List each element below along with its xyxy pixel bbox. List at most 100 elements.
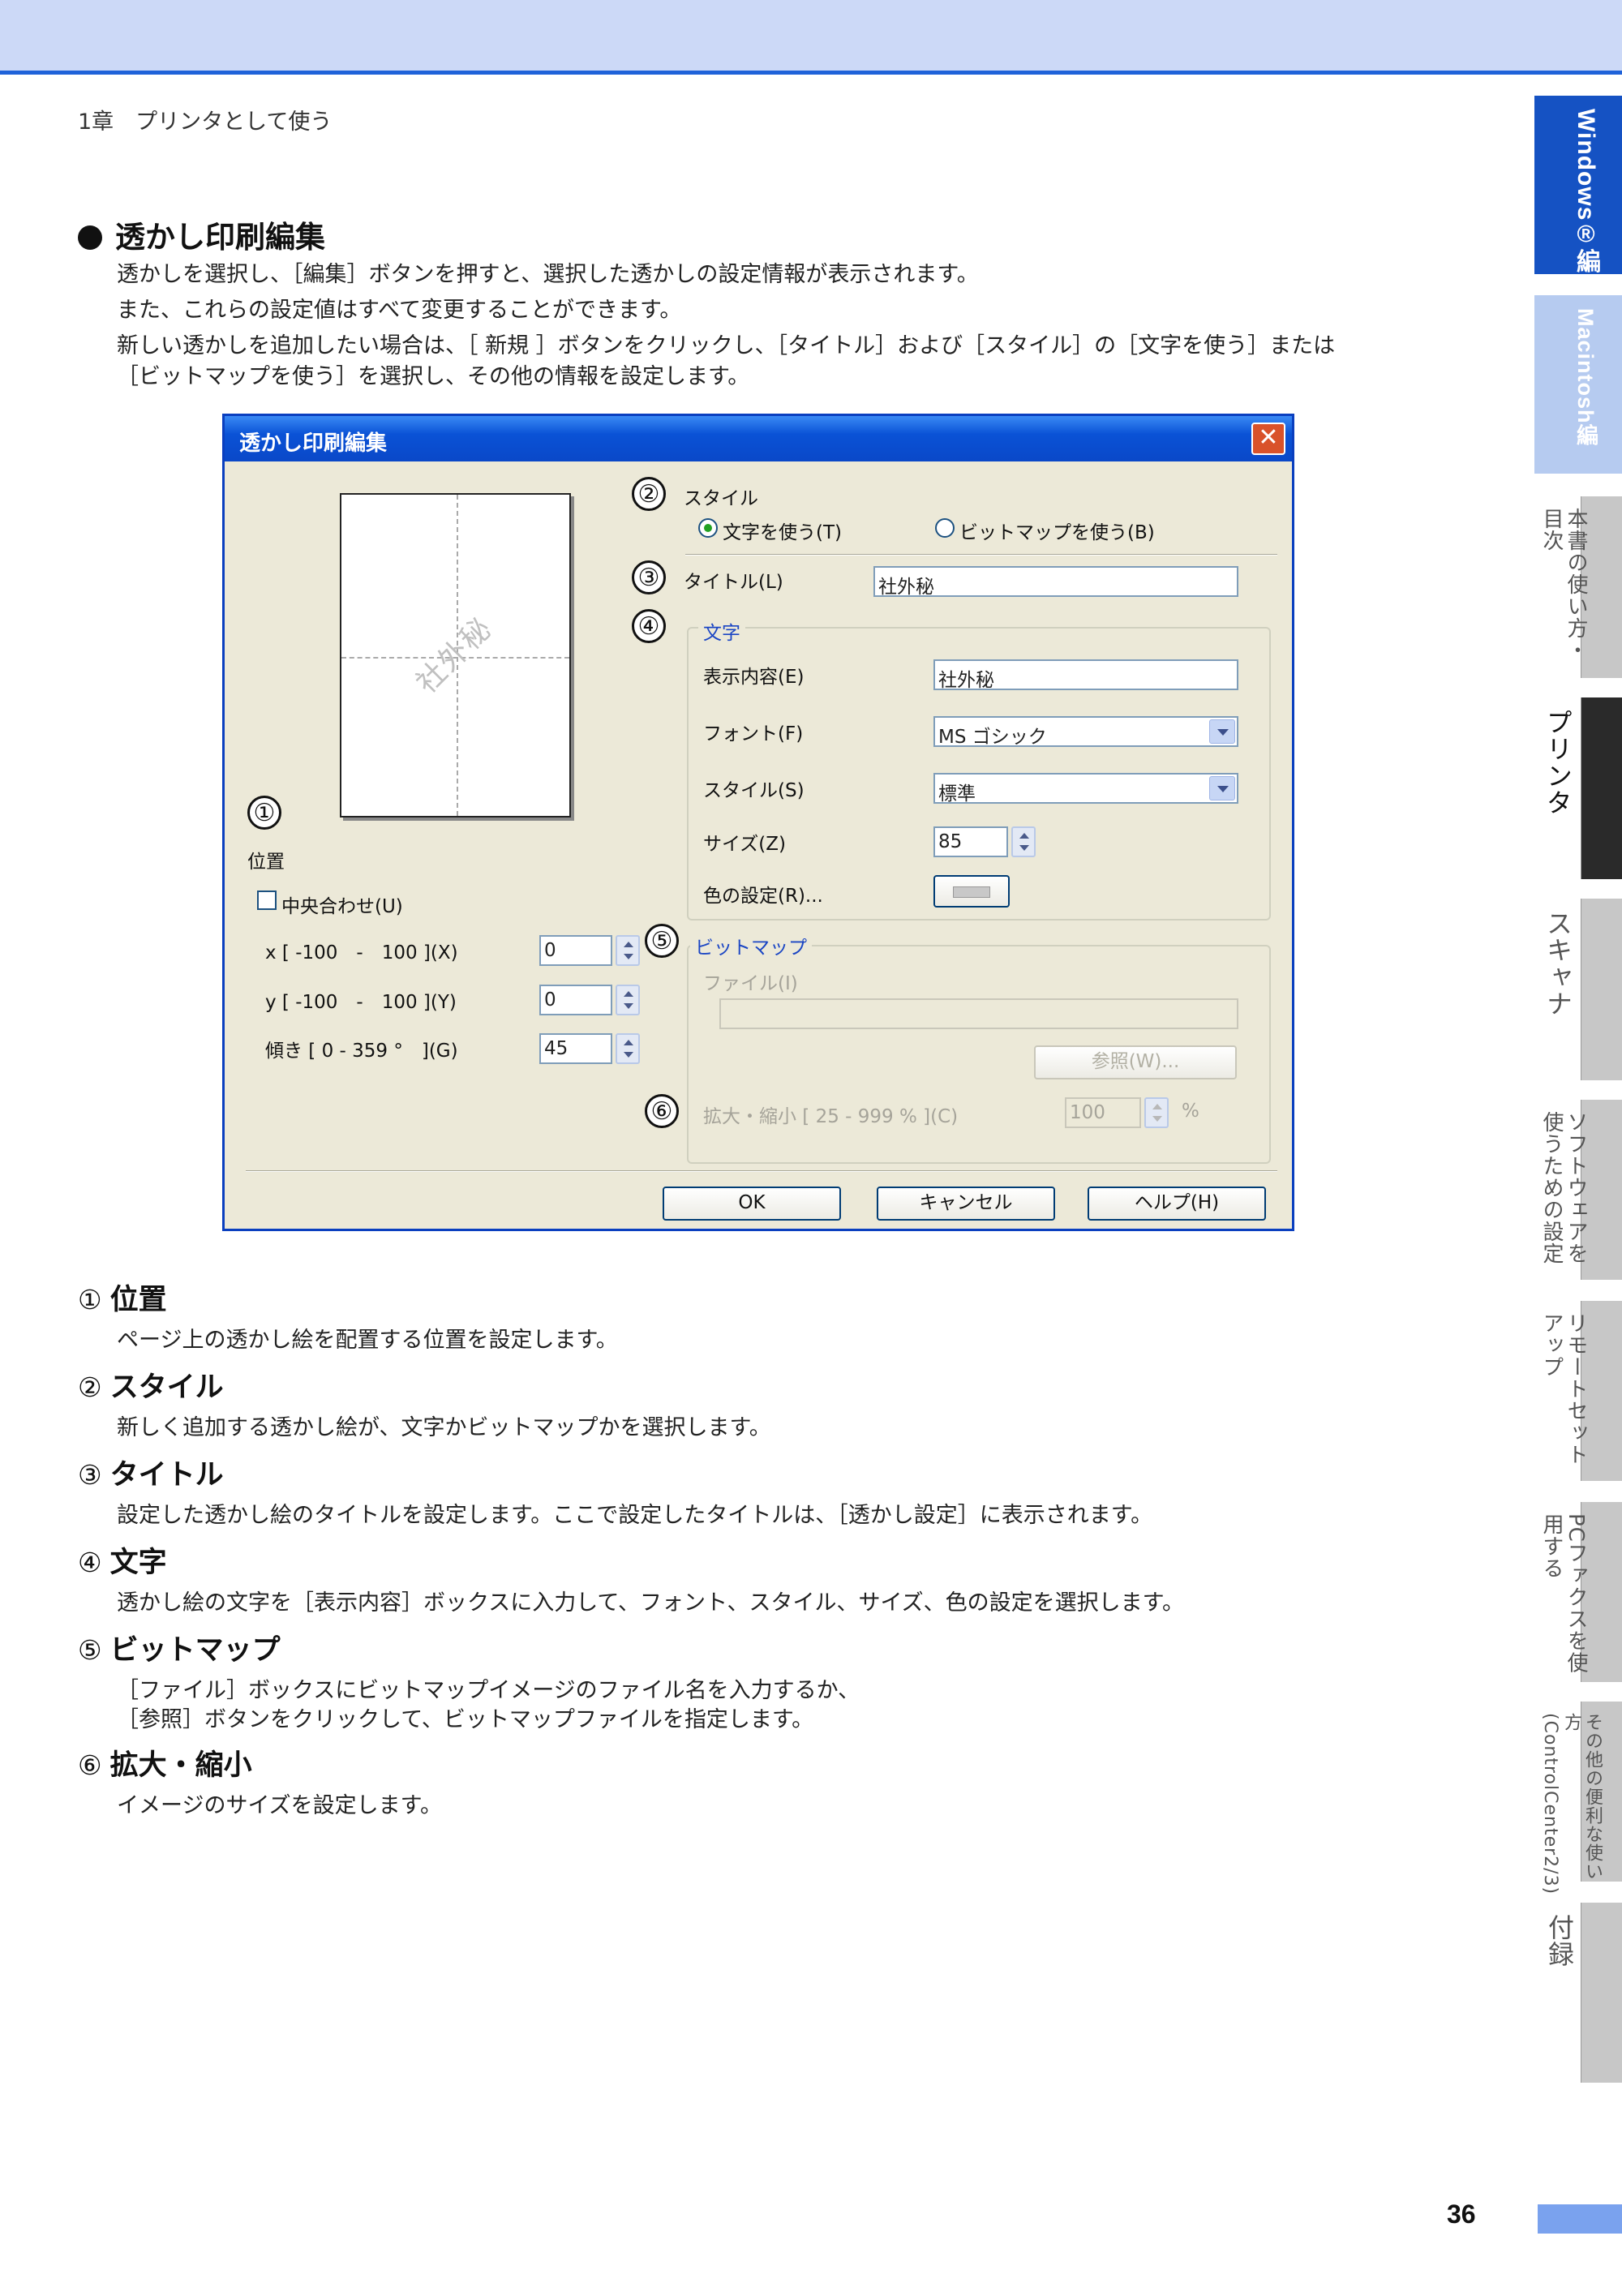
header-band [0,0,1622,75]
file-input[interactable] [719,998,1238,1029]
tab-label: その他の便利な使い方(ControlCenter2/3) [1540,1713,1603,1895]
tilt-label: 傾き [ 0 - 359 ° ](G) [265,1041,458,1062]
tab-howto-contents[interactable]: 本書の使い方・目次 [1534,496,1622,678]
dialog-title: 透かし印刷編集 [239,431,388,456]
intro-line: ［ビットマップを使う］を選択し、その他の情報を設定します。 [117,364,750,389]
text-group-label: 文字 [698,617,745,645]
style-bitmap-label: ビットマップを使う(B) [959,522,1155,543]
size-label: サイズ(Z) [703,834,787,855]
intro-line: 新しい透かしを追加したい場合は、［ 新規 ］ボタンをクリックし、［タイトル］およ… [117,333,1336,358]
title-field-label: タイトル(L) [684,572,783,593]
style2-select[interactable]: 標準 [933,773,1238,804]
desc-text: ［ファイル］ボックスにビットマップイメージのファイル名を入力するか、 [117,1678,860,1703]
separator [246,1170,1277,1172]
scale-spinner[interactable] [1144,1097,1169,1128]
callout-2: ② [632,477,666,511]
size-spinner[interactable] [1011,826,1036,857]
intro-line: 透かしを選択し、［編集］ボタンを押すと、選択した透かしの設定情報が表示されます。 [117,262,979,287]
cancel-button[interactable]: キャンセル [877,1187,1055,1221]
tab-remote-setup[interactable]: リモートセットアップ [1534,1301,1622,1481]
tab-label: 本書の使い方・目次 [1539,508,1588,661]
x-label: x [ -100 - 100 ](X) [265,942,458,963]
tab-label: ソフトウェアを使うための設定 [1539,1111,1588,1264]
desc-title: ビットマップ [109,1634,281,1667]
center-label: 中央合わせ(U) [281,896,403,917]
separator [685,554,1277,556]
watermark-edit-dialog: 透かし印刷編集 ✕ 社外秘 ① 位置 中央合わせ(U) x [ -100 - 1… [222,414,1294,1231]
tab-printer[interactable]: プリンタ [1534,697,1622,879]
display-content-label: 表示内容(E) [703,667,805,688]
browse-button[interactable]: 参照(W)... [1034,1045,1237,1079]
dialog-titlebar: 透かし印刷編集 ✕ [225,416,1292,461]
color-button[interactable] [933,875,1010,908]
desc-number: ① [78,1284,102,1315]
callout-3: ③ [632,560,666,594]
tab-pc-fax[interactable]: PCファクスを使用する [1534,1502,1622,1682]
tilt-spinner[interactable] [616,1033,640,1064]
tab-software-setup[interactable]: ソフトウェアを使うための設定 [1534,1100,1622,1280]
callout-1: ① [247,796,281,830]
style2-label: スタイル(S) [703,780,805,801]
desc-heading: ⑤ ビットマップ [78,1627,281,1668]
help-button[interactable]: ヘルプ(H) [1088,1187,1266,1221]
desc-text: 設定した透かし絵のタイトルを設定します。ここで設定したタイトルは、［透かし設定］… [117,1503,1153,1528]
desc-number: ② [78,1371,102,1403]
font-select[interactable]: MS ゴシック [933,716,1238,747]
file-label: ファイル(I) [703,973,798,994]
page-bar [1538,2204,1622,2234]
desc-heading: ⑥ 拡大・縮小 [78,1742,252,1783]
preview-watermark-text: 社外秘 [410,611,500,701]
y-input[interactable]: 0 [539,985,612,1015]
desc-text: 透かし絵の文字を［表示内容］ボックスに入力して、フォント、スタイル、サイズ、色の… [117,1590,1184,1616]
bitmap-group-label: ビットマップ [690,932,812,959]
callout-4: ④ [632,609,666,643]
close-button[interactable]: ✕ [1251,423,1285,455]
center-checkbox[interactable] [257,891,277,910]
tab-appendix[interactable]: 付録 [1534,1903,1622,2083]
desc-title: 位置 [109,1284,167,1316]
style-bitmap-radio[interactable] [935,518,955,538]
page-number: 36 [1447,2199,1476,2229]
chevron-down-icon[interactable] [1209,719,1235,744]
scale-unit: % [1182,1101,1199,1122]
tab-scanner[interactable]: スキャナ [1534,899,1622,1080]
title-input[interactable]: 社外秘 [873,566,1238,597]
desc-title: 拡大・縮小 [109,1749,252,1782]
style-text-radio[interactable] [698,518,718,538]
color-label: 色の設定(R)... [703,886,823,907]
scale-label: 拡大・縮小 [ 25 - 999 % ](C) [703,1106,959,1127]
y-label: y [ -100 - 100 ](Y) [265,992,457,1013]
tilt-input[interactable]: 45 [539,1033,612,1064]
style2-select-value: 標準 [938,783,976,804]
y-spinner[interactable] [616,985,640,1015]
desc-text: ページ上の透かし絵を配置する位置を設定します。 [117,1328,618,1353]
chapter-heading: 1章 プリンタとして使う [78,109,333,135]
display-content-input[interactable]: 社外秘 [933,659,1238,690]
tab-macintosh[interactable]: Macintosh編 [1534,295,1622,474]
x-spinner[interactable] [616,935,640,966]
tab-label: Windows®編 [1573,109,1599,274]
position-label: 位置 [247,852,285,873]
desc-heading: ① 位置 [78,1277,167,1318]
tab-label: Macintosh編 [1573,308,1598,447]
callout-6: ⑥ [645,1094,679,1128]
tab-label: リモートセットアップ [1539,1312,1588,1466]
chevron-down-icon[interactable] [1209,776,1235,800]
watermark-preview: 社外秘 [340,493,571,818]
tab-other-features[interactable]: その他の便利な使い方(ControlCenter2/3) [1534,1702,1622,1895]
desc-heading: ③ タイトル [78,1452,224,1493]
desc-heading: ④ 文字 [78,1539,167,1581]
desc-number: ⑥ [78,1749,102,1781]
scale-input[interactable]: 100 [1065,1097,1141,1128]
font-select-value: MS ゴシック [938,727,1047,747]
size-input[interactable]: 85 [933,826,1008,857]
desc-text: ［参照］ボタンをクリックして、ビットマップファイルを指定します。 [117,1707,814,1732]
intro-line: また、これらの設定値はすべて変更することができます。 [117,298,682,323]
tab-windows[interactable]: Windows®編 [1534,96,1622,274]
ok-button[interactable]: OK [663,1187,841,1221]
x-input[interactable]: 0 [539,935,612,966]
section-title-text: 透かし印刷編集 [115,220,325,255]
tab-label: プリンタ [1543,709,1573,816]
tab-label: PCファクスを使用する [1539,1513,1588,1674]
font-label: フォント(F) [703,723,804,745]
